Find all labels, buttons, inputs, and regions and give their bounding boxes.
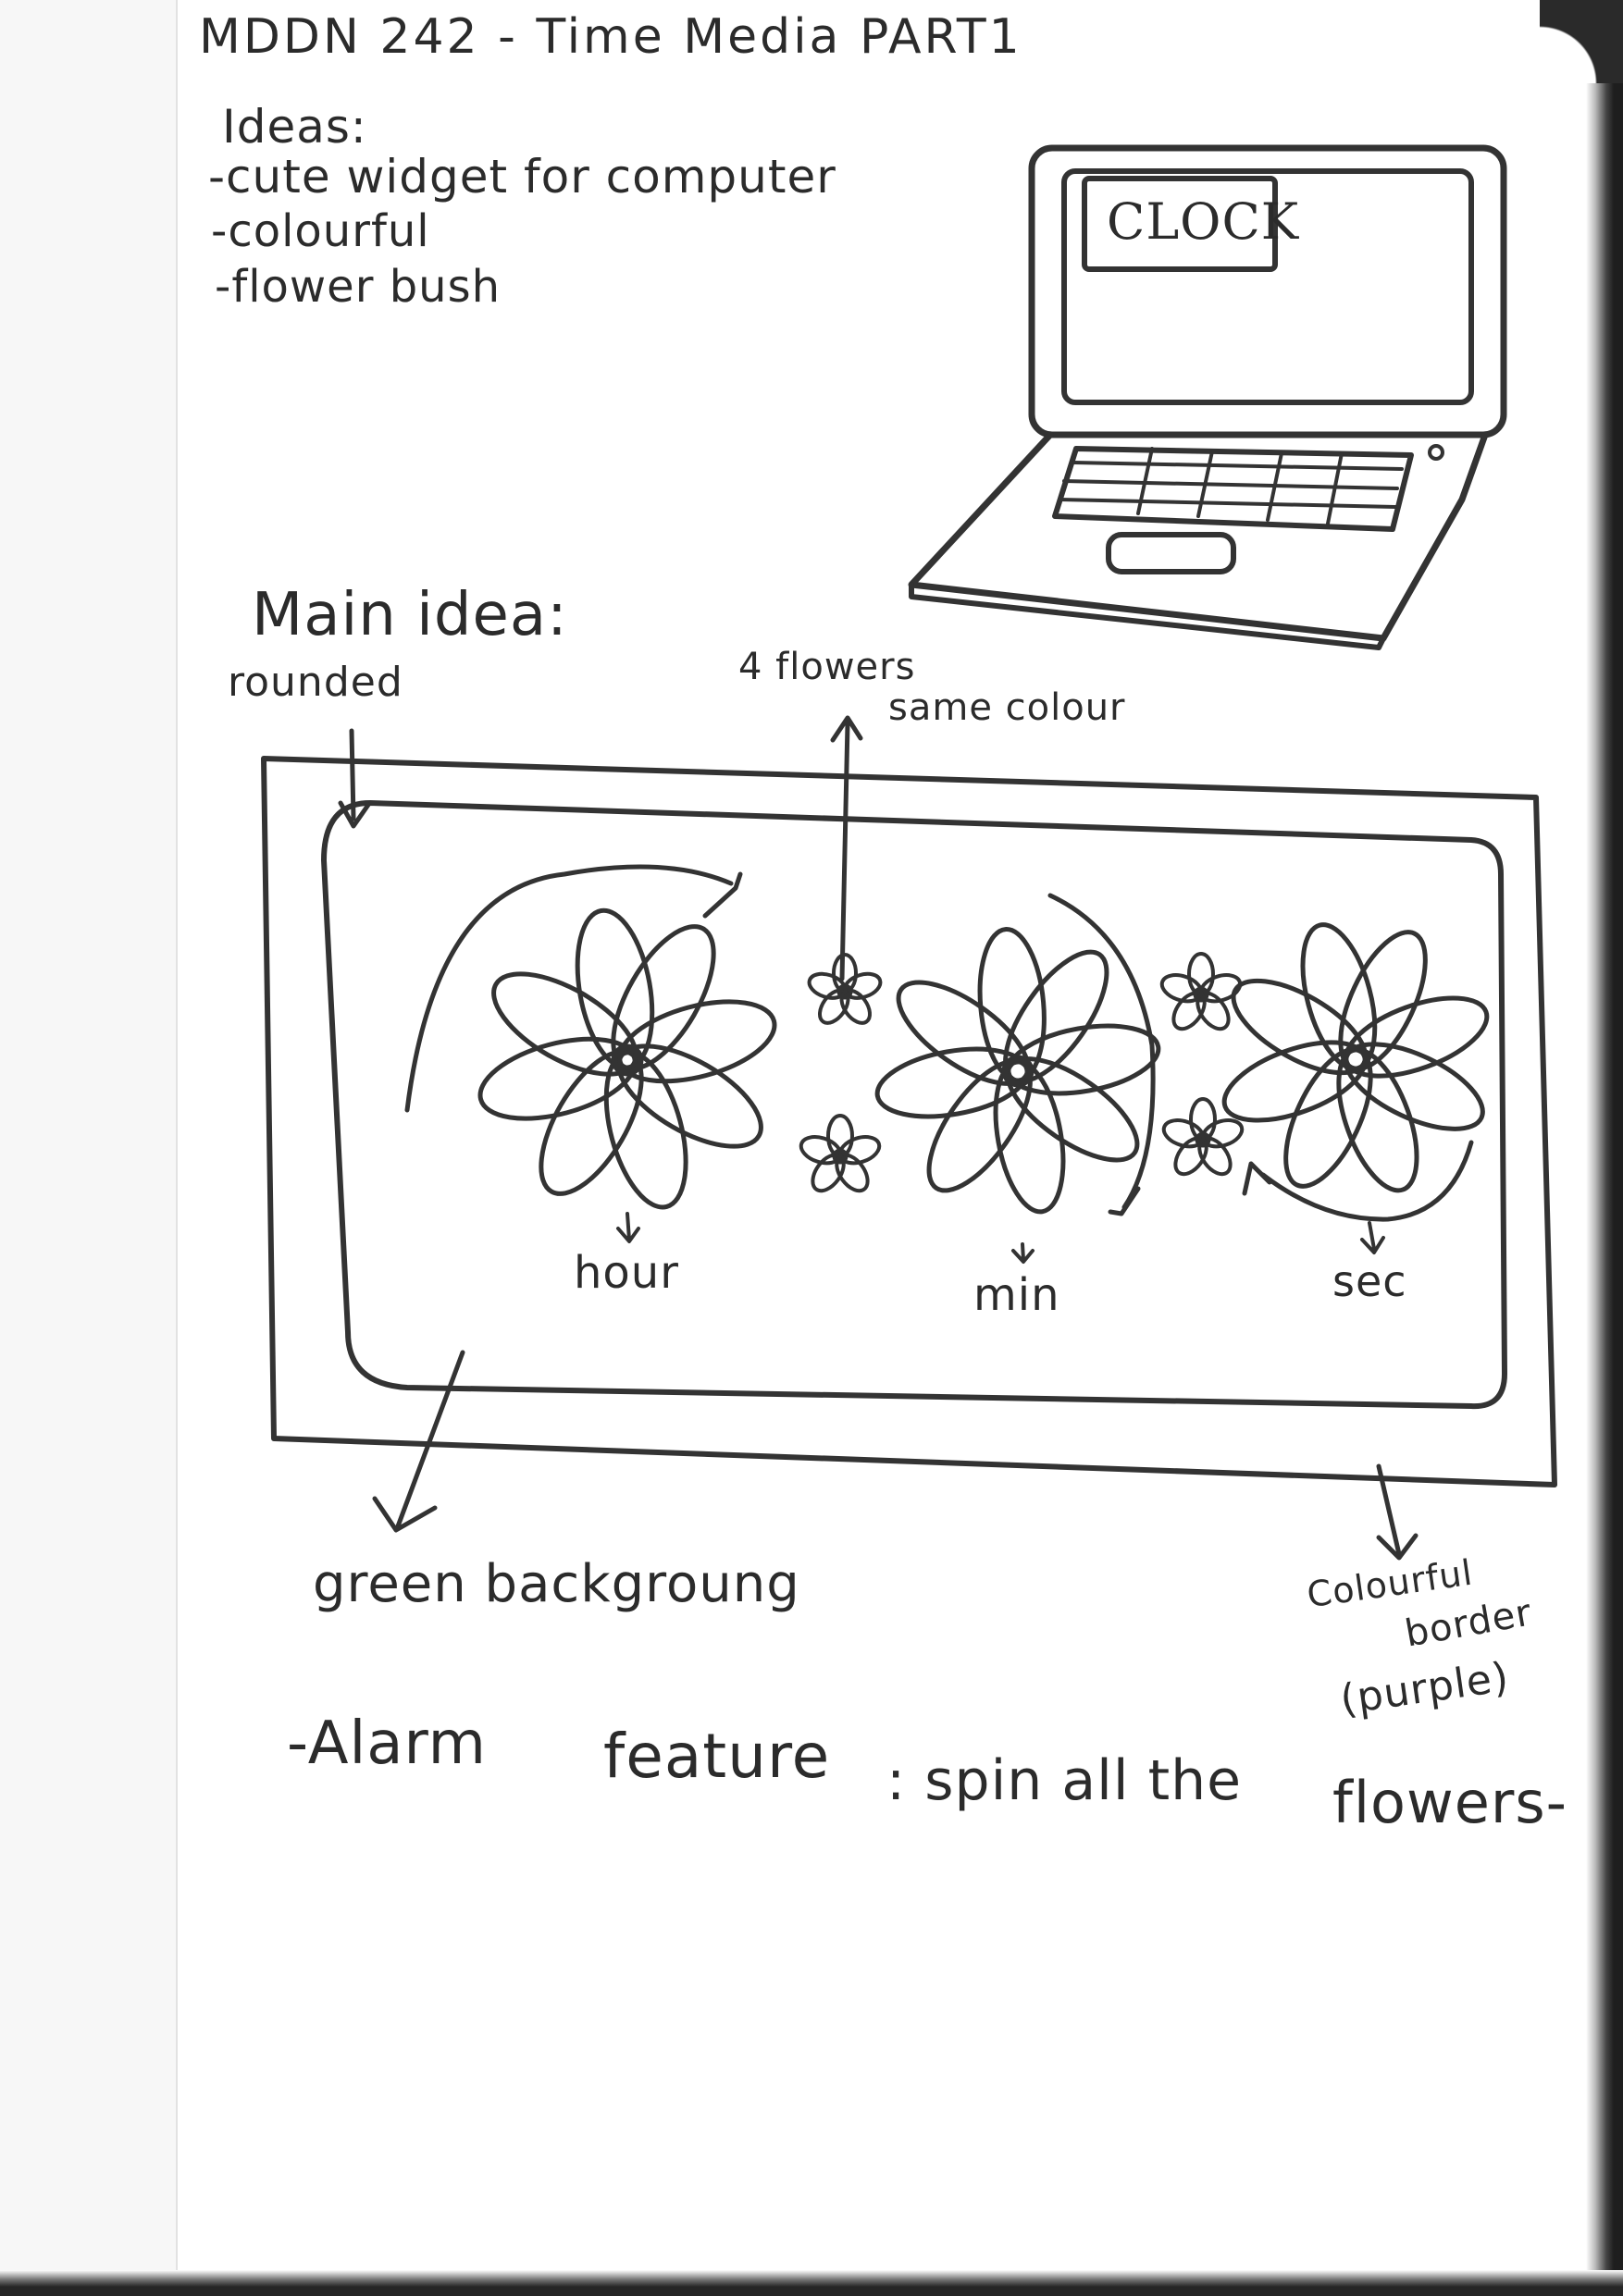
- hour-label: hour: [574, 1247, 679, 1299]
- small-flower-1: [807, 953, 883, 1025]
- widget-sketch: [261, 715, 1557, 1561]
- sketchbook-page: MDDN 242 - Time Media PART1 Ideas: -cute…: [0, 0, 1623, 2296]
- alarm-text-part1: -Alarm: [287, 1710, 487, 1778]
- flowers-note-arrow: [830, 715, 863, 981]
- green-background-panel: [321, 800, 1507, 1410]
- small-flower-3: [1159, 952, 1243, 1031]
- small-flower-4: [1161, 1097, 1245, 1177]
- sec-label: sec: [1332, 1256, 1407, 1306]
- alarm-text-part2: feature: [603, 1721, 831, 1792]
- second-rotation-arrowhead: [1242, 1161, 1272, 1196]
- rounded-arrow: [338, 728, 371, 829]
- alarm-text-part4: flowers-: [1332, 1769, 1568, 1836]
- minute-flower: [874, 927, 1161, 1215]
- background-note: green backgroung: [313, 1554, 800, 1614]
- sec-arrow: [1360, 1221, 1385, 1254]
- minute-rotation-arc: [1047, 893, 1156, 1210]
- hour-arrow: [616, 1212, 640, 1243]
- alarm-text-part3: : spin all the: [886, 1748, 1243, 1813]
- small-flower-2: [799, 1114, 882, 1193]
- minute-rotation-arrowhead: [1108, 1186, 1141, 1216]
- hour-flower: [477, 907, 777, 1210]
- min-arrow: [1011, 1242, 1035, 1264]
- min-label: min: [973, 1269, 1060, 1321]
- second-flower: [1221, 922, 1490, 1193]
